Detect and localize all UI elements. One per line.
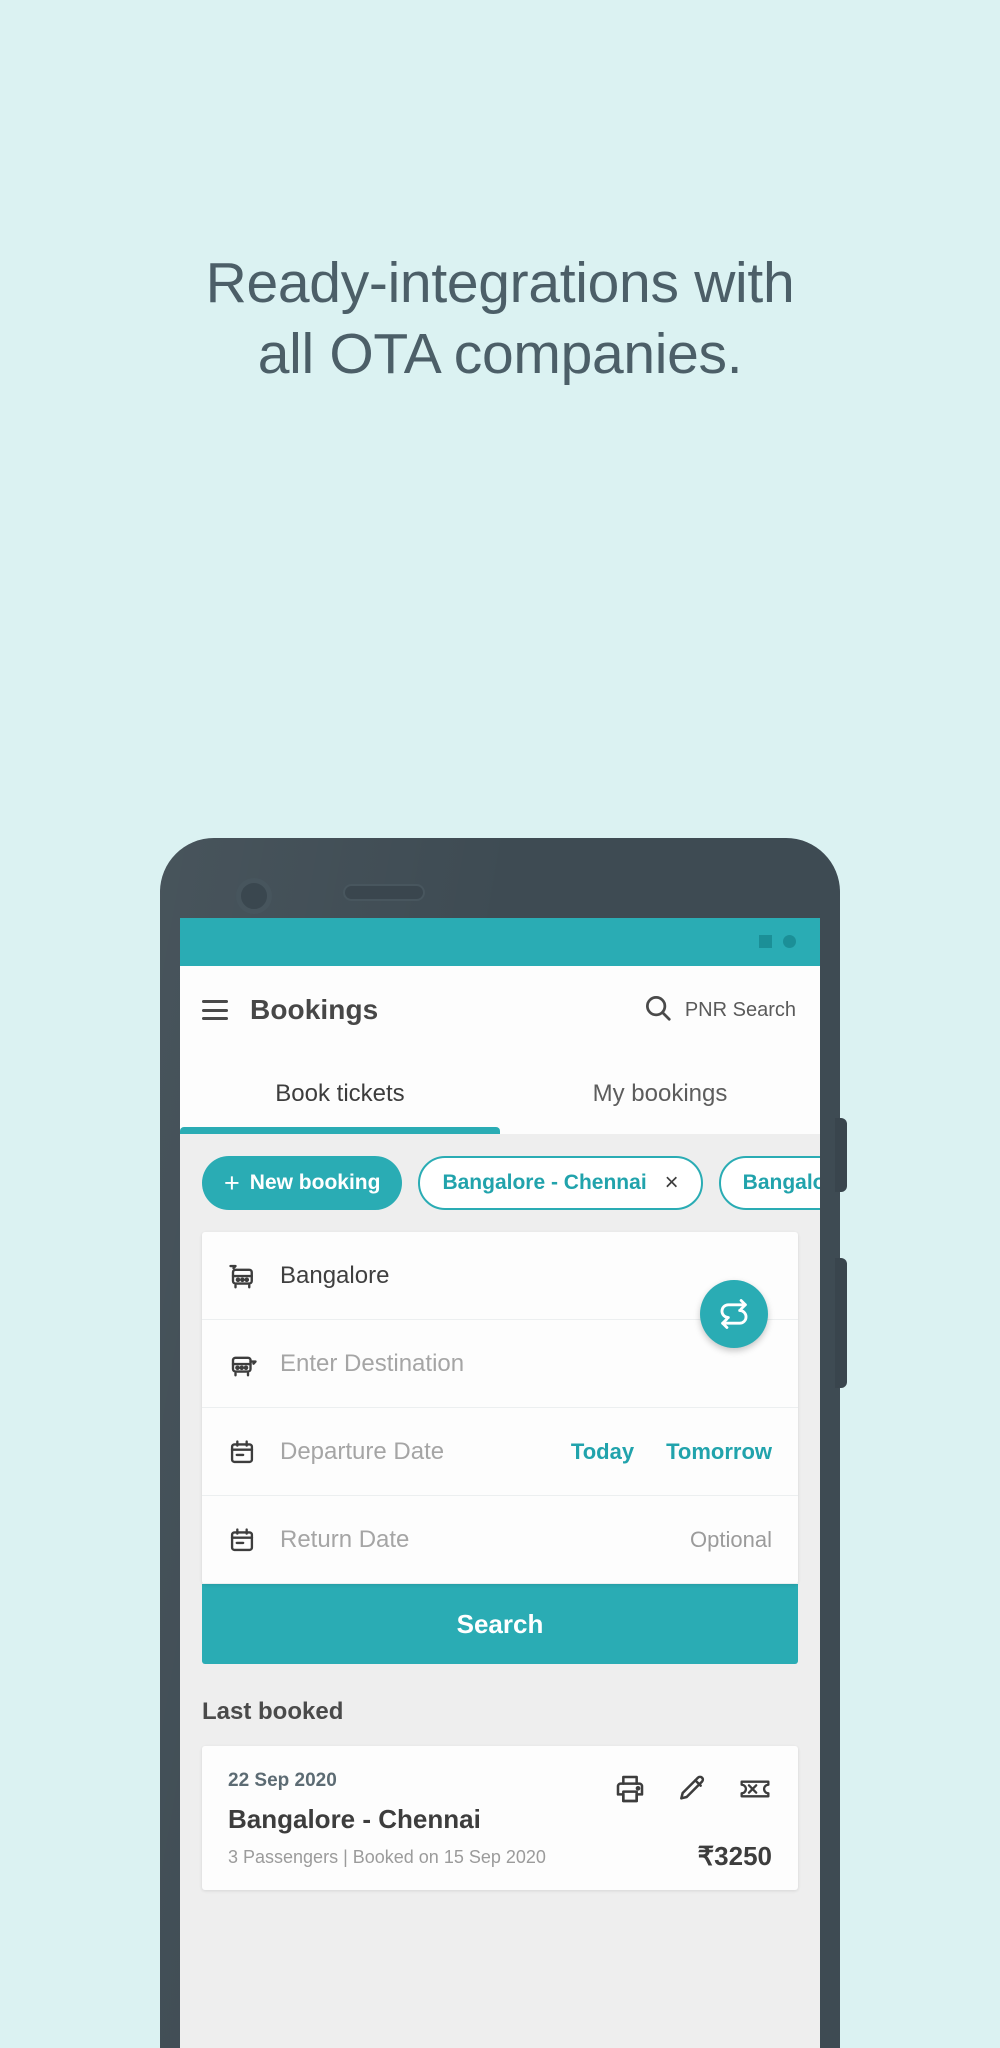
status-bar-icons: [759, 935, 796, 948]
search-button-label: Search: [456, 1608, 544, 1639]
last-booked-card[interactable]: 22 Sep 2020 Bangalore - Chennai 3 Passen…: [202, 1746, 798, 1890]
headline-line-2: all OTA companies.: [257, 321, 743, 386]
page-title: Bookings: [250, 994, 379, 1025]
tab-my-bookings[interactable]: My bookings: [500, 1054, 820, 1134]
app-content: + New booking Bangalore - Chennai × Bang…: [180, 1134, 820, 2048]
route-chip-1-label: Bangalore - Chennai: [442, 1171, 647, 1194]
route-chip-2-label: Bangalore - Hyderabad: [742, 1171, 820, 1194]
close-icon[interactable]: ×: [665, 1169, 679, 1197]
calendar-icon: [228, 1526, 258, 1554]
tab-my-bookings-label: My bookings: [592, 1080, 728, 1107]
pnr-search-label: PNR Search: [684, 998, 796, 1021]
route-chip-1[interactable]: Bangalore - Chennai ×: [418, 1156, 703, 1210]
destination-field-placeholder: Enter Destination: [280, 1349, 465, 1377]
search-icon: [643, 993, 673, 1028]
square-icon: [759, 935, 772, 948]
new-booking-chip[interactable]: + New booking: [202, 1156, 403, 1210]
new-booking-label: New booking: [249, 1171, 381, 1194]
return-date-optional-wrap: Optional: [690, 1527, 772, 1553]
phone-screen: Bookings PNR Search Book tickets My book…: [180, 918, 820, 2048]
tab-bar: Book tickets My bookings: [180, 1054, 820, 1134]
departure-date-placeholder: Departure Date: [280, 1437, 445, 1465]
print-icon[interactable]: [614, 1773, 646, 1810]
source-field-value: Bangalore: [280, 1261, 390, 1289]
phone-power-button: [835, 1258, 847, 1388]
return-date-field-row[interactable]: Return Date Optional: [202, 1496, 798, 1584]
route-chip-2[interactable]: Bangalore - Hyderabad ×: [718, 1156, 820, 1210]
booking-meta: 3 Passengers | Booked on 15 Sep 2020: [228, 1847, 546, 1867]
circle-icon: [783, 935, 796, 948]
quick-date-today[interactable]: Today: [571, 1439, 634, 1465]
tab-book-tickets-label: Book tickets: [275, 1080, 405, 1107]
app-bar: Bookings PNR Search: [180, 966, 820, 1054]
pnr-search-button[interactable]: PNR Search: [643, 993, 796, 1028]
quick-date-tomorrow[interactable]: Tomorrow: [666, 1439, 772, 1465]
bus-arrival-icon: [228, 1349, 258, 1379]
hamburger-menu-icon[interactable]: [202, 1000, 228, 1020]
return-date-optional-label: Optional: [690, 1526, 772, 1552]
return-date-placeholder: Return Date: [280, 1525, 410, 1553]
departure-date-quick-options: Today Tomorrow: [571, 1439, 772, 1465]
search-button[interactable]: Search: [202, 1584, 798, 1664]
booking-fare: ₹3250: [697, 1841, 772, 1871]
swap-icon[interactable]: [700, 1280, 768, 1348]
bus-departure-icon: [228, 1261, 258, 1291]
booking-action-icons: [614, 1772, 772, 1811]
edit-icon[interactable]: [676, 1773, 708, 1810]
speaker-grille-icon: [343, 884, 425, 901]
status-bar: [180, 918, 820, 966]
tab-book-tickets[interactable]: Book tickets: [180, 1054, 500, 1134]
plus-icon: +: [224, 1167, 240, 1198]
departure-date-field-row[interactable]: Departure Date Today Tomorrow: [202, 1408, 798, 1496]
calendar-icon: [228, 1438, 258, 1466]
booking-chips-row[interactable]: + New booking Bangalore - Chennai × Bang…: [180, 1134, 820, 1232]
headline-line-1: Ready-integrations with: [205, 251, 795, 315]
camera-icon: [236, 878, 272, 914]
last-booked-section-title: Last booked: [202, 1698, 344, 1725]
page-headline: Ready-integrations with all OTA companie…: [0, 248, 1000, 389]
cancel-ticket-icon[interactable]: [738, 1772, 772, 1811]
phone-volume-button: [835, 1118, 847, 1192]
search-form-card: Bangalore Enter Destination Departure Da…: [202, 1232, 798, 1584]
